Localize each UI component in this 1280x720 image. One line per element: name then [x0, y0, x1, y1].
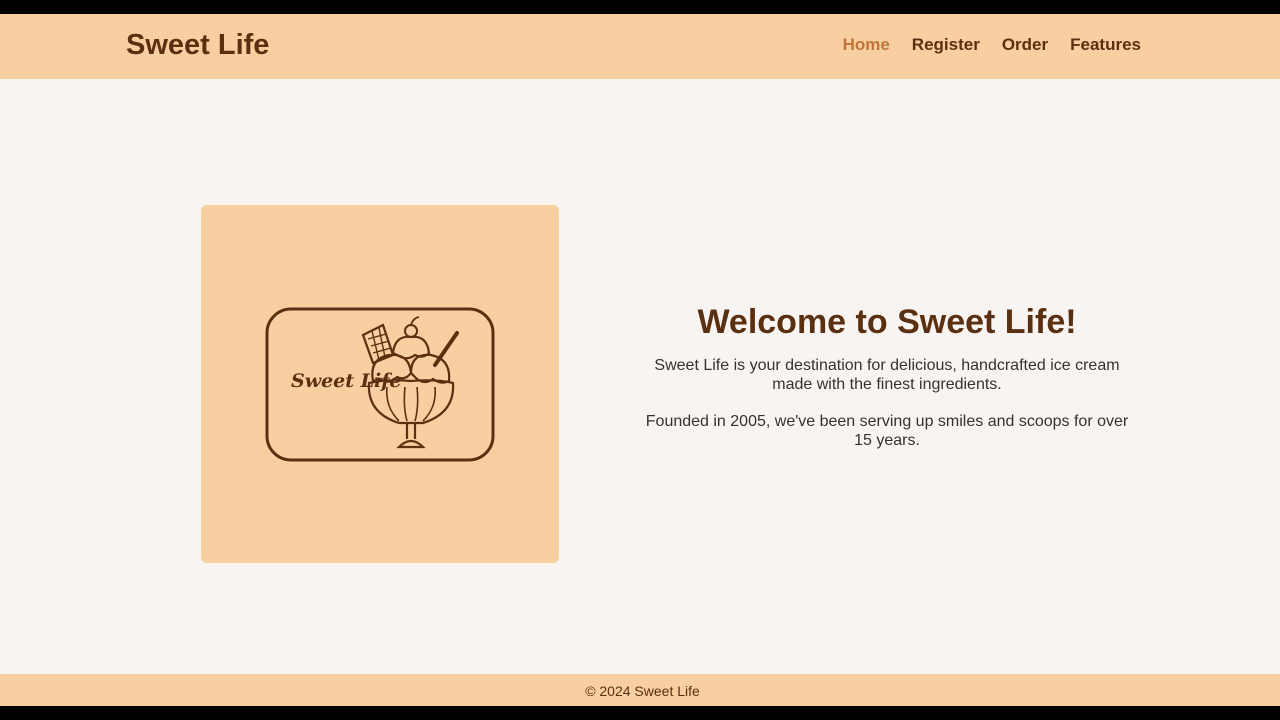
nav-register-link[interactable]: Register	[912, 35, 980, 55]
welcome-section: Welcome to Sweet Life! Sweet Life is you…	[637, 302, 1137, 450]
nav-features-link[interactable]: Features	[1070, 35, 1141, 55]
site-footer: © 2024 Sweet Life	[0, 674, 1280, 706]
intro-paragraph: Sweet Life is your destination for delic…	[654, 357, 1120, 393]
logo-card: Sweet Life	[201, 205, 559, 563]
welcome-heading: Welcome to Sweet Life!	[697, 303, 1077, 341]
copyright-text: © 2024 Sweet Life	[585, 683, 700, 699]
site-header: Sweet Life Home Register Order Features	[0, 14, 1280, 79]
ice-cream-sundae-icon: Sweet Life	[265, 307, 495, 462]
brand-title[interactable]: Sweet Life	[126, 28, 269, 62]
nav-home-link[interactable]: Home	[843, 35, 890, 55]
page: Sweet Life Home Register Order Features …	[0, 14, 1280, 706]
history-paragraph: Founded in 2005, we've been serving up s…	[645, 413, 1129, 449]
nav-order-link[interactable]: Order	[1002, 35, 1048, 55]
main-nav: Home Register Order Features	[843, 35, 1141, 55]
